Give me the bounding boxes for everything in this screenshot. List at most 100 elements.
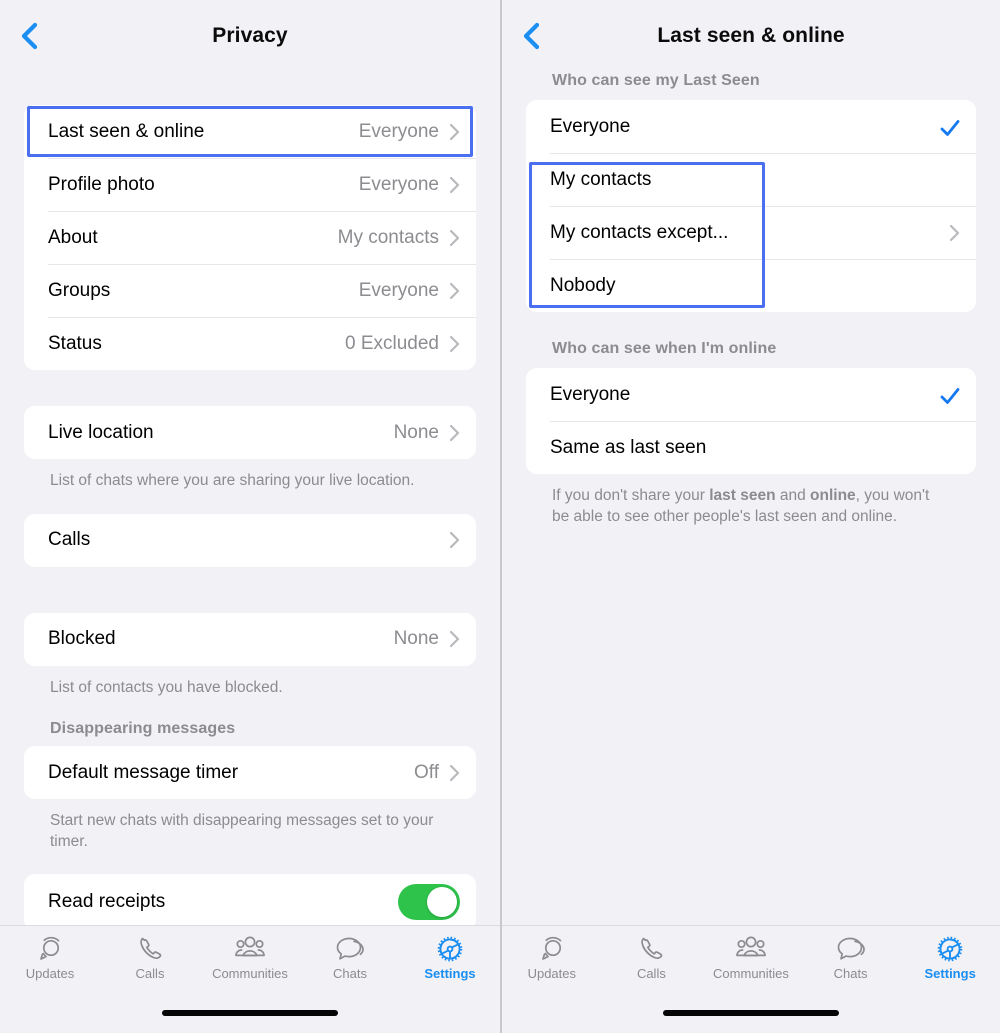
back-button[interactable]	[516, 19, 546, 53]
tab-label: Updates	[527, 966, 576, 981]
row-profile-photo[interactable]: Profile photo Everyone	[24, 158, 476, 211]
privacy-group-calls: Calls	[24, 513, 476, 567]
row-label: My contacts	[550, 168, 652, 190]
chats-icon	[834, 934, 868, 964]
left-nav-bar: Privacy	[0, 0, 500, 72]
row-label: Default message timer	[48, 761, 239, 783]
tab-label: Chats	[833, 966, 868, 981]
chevron-right-icon	[949, 224, 960, 242]
section-header-who-can-see-online: Who can see when I'm online	[552, 340, 777, 357]
row-about[interactable]: About My contacts	[24, 211, 476, 264]
chevron-right-icon	[449, 531, 460, 549]
tab-label: Settings	[424, 966, 476, 981]
home-indicator	[663, 1010, 839, 1016]
row-label: Everyone	[550, 115, 631, 137]
row-label: About	[48, 226, 98, 248]
right-nav-bar: Last seen & online	[502, 0, 1000, 72]
row-label: My contacts except...	[550, 221, 729, 243]
right-tab-bar: Updates Calls Communities Chats Settings	[502, 925, 1000, 1033]
chevron-right-icon	[449, 335, 460, 353]
row-label: Read receipts	[48, 891, 166, 913]
row-blocked[interactable]: Blocked None	[24, 612, 476, 666]
last-seen-online-panel: Last seen & online Who can see my Last S…	[500, 0, 1000, 1033]
updates-icon	[537, 934, 567, 964]
tab-calls[interactable]: Calls	[100, 934, 200, 981]
row-value: 0 Excluded	[344, 332, 439, 354]
updates-icon	[35, 934, 65, 964]
row-live-location[interactable]: Live location None	[24, 406, 476, 459]
tab-updates[interactable]: Updates	[0, 934, 100, 981]
option-everyone[interactable]: Everyone	[526, 100, 976, 153]
caption-live-location: List of chats where you are sharing your…	[50, 472, 415, 489]
row-label: Nobody	[550, 274, 616, 296]
option-online-same-as-last-seen[interactable]: Same as last seen	[526, 421, 976, 474]
toggle-knob	[427, 887, 457, 918]
chevron-right-icon	[449, 229, 460, 247]
option-my-contacts[interactable]: My contacts	[526, 153, 976, 206]
tab-communities[interactable]: Communities	[200, 934, 300, 981]
page-title: Last seen & online	[657, 24, 845, 47]
row-label: Blocked	[48, 628, 116, 650]
row-last-seen[interactable]: Last seen & online Everyone	[24, 105, 476, 158]
row-status[interactable]: Status 0 Excluded	[24, 317, 476, 370]
tab-label: Communities	[212, 966, 288, 981]
option-online-everyone[interactable]: Everyone	[526, 368, 976, 421]
privacy-group-blocked: Blocked None	[24, 612, 476, 666]
dual-panel-screenshot: Privacy Last seen & online Everyone Prof…	[0, 0, 1000, 1033]
chevron-right-icon	[449, 424, 460, 442]
tab-label: Settings	[924, 966, 976, 981]
back-button[interactable]	[14, 19, 44, 53]
tab-calls[interactable]: Calls	[602, 934, 702, 981]
left-scroll-area[interactable]: Last seen & online Everyone Profile phot…	[0, 72, 500, 932]
privacy-group-live-location: Live location None	[24, 406, 476, 459]
tab-communities[interactable]: Communities	[701, 934, 801, 981]
tab-settings[interactable]: Settings	[400, 934, 500, 981]
caption-bold-online: online	[810, 487, 856, 504]
section-header-disappearing-messages: Disappearing messages	[50, 720, 236, 738]
chevron-right-icon	[449, 630, 460, 648]
option-nobody[interactable]: Nobody	[526, 259, 976, 312]
privacy-group-read-receipts: Read receipts	[24, 874, 476, 931]
caption-text-1: If you don't share your	[552, 487, 710, 504]
row-default-message-timer[interactable]: Default message timer Off	[24, 746, 476, 800]
row-value: None	[393, 421, 439, 443]
chevron-left-icon	[21, 22, 38, 50]
privacy-settings-panel: Privacy Last seen & online Everyone Prof…	[0, 0, 500, 1033]
chevron-right-icon	[449, 176, 460, 194]
home-indicator	[162, 1010, 338, 1016]
row-label: Groups	[48, 279, 111, 301]
option-my-contacts-except[interactable]: My contacts except...	[526, 206, 976, 259]
tab-chats[interactable]: Chats	[300, 934, 400, 981]
read-receipts-toggle[interactable]	[398, 884, 460, 921]
row-label: Last seen & online	[48, 120, 205, 142]
row-label: Calls	[48, 529, 91, 551]
chevron-left-icon	[523, 22, 540, 50]
gear-icon	[934, 934, 966, 964]
page-title: Privacy	[212, 24, 288, 47]
row-value: Everyone	[358, 279, 439, 301]
row-groups[interactable]: Groups Everyone	[24, 264, 476, 317]
left-tab-bar: Updates Calls Communities Chats Settings	[0, 925, 500, 1033]
row-label: Same as last seen	[550, 436, 707, 458]
row-label: Live location	[48, 421, 154, 443]
tab-updates[interactable]: Updates	[502, 934, 602, 981]
row-value: My contacts	[337, 226, 439, 248]
row-calls[interactable]: Calls	[24, 513, 476, 567]
communities-icon	[734, 934, 768, 964]
tab-settings[interactable]: Settings	[900, 934, 1000, 981]
phone-icon	[135, 934, 165, 964]
section-header-who-can-see-last-seen: Who can see my Last Seen	[552, 72, 760, 89]
privacy-group-visibility: Last seen & online Everyone Profile phot…	[24, 105, 476, 370]
row-value: Off	[414, 761, 439, 783]
tab-label: Updates	[25, 966, 75, 981]
row-value: Everyone	[358, 120, 439, 142]
tab-label: Calls	[636, 966, 666, 981]
caption-text-2: and	[775, 487, 811, 504]
caption-blocked: List of contacts you have blocked.	[50, 678, 283, 696]
tab-label: Calls	[135, 966, 165, 981]
privacy-group-default-timer: Default message timer Off	[24, 746, 476, 800]
chevron-right-icon	[449, 123, 460, 141]
tab-chats[interactable]: Chats	[801, 934, 901, 981]
gear-icon	[434, 934, 466, 964]
row-read-receipts[interactable]: Read receipts	[24, 874, 476, 931]
